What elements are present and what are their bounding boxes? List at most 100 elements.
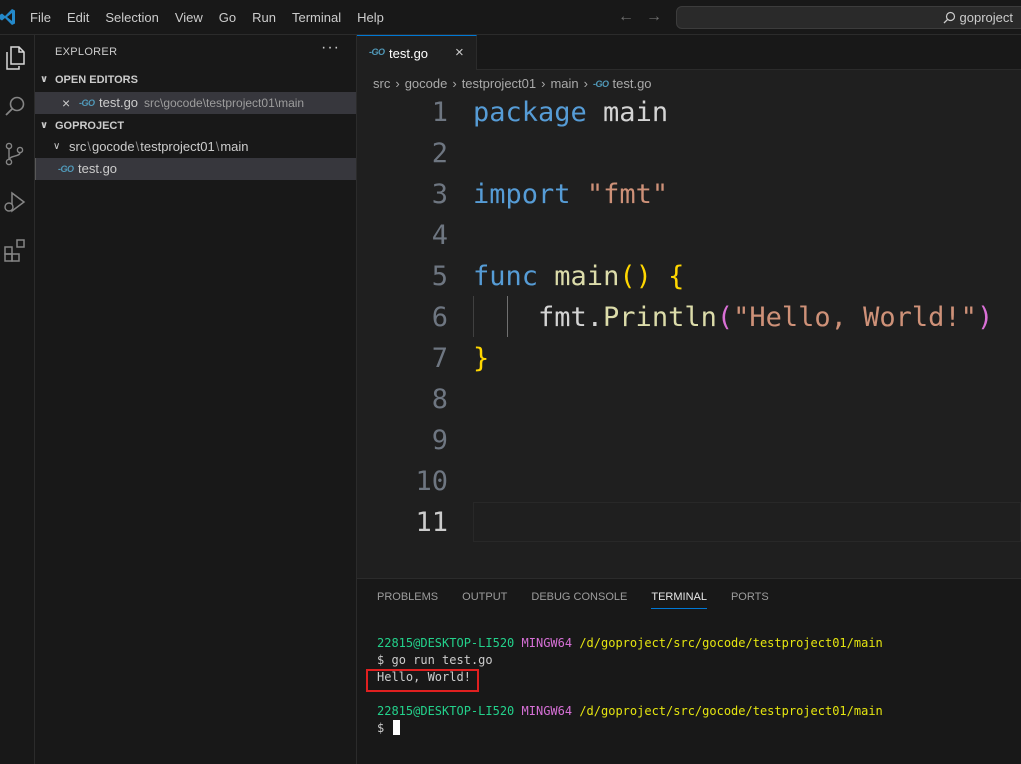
file-name: test.go bbox=[78, 161, 118, 176]
tab-test-go[interactable]: -GO test.go × bbox=[357, 35, 477, 70]
terminal-prompt-header-1: 22815@DESKTOP-LI520 MINGW64 /d/goproject… bbox=[377, 636, 883, 650]
code-text: func main() { bbox=[473, 256, 684, 297]
line-number: 11 bbox=[415, 507, 448, 538]
code-token: ) bbox=[976, 302, 994, 333]
panel-tab-debug-console[interactable]: DEBUG CONSOLE bbox=[531, 579, 627, 615]
explorer-sidebar: EXPLORER ··· ∨ OPEN EDITORS × -GO test.g… bbox=[35, 35, 357, 764]
panel-tab-ports[interactable]: PORTS bbox=[731, 579, 769, 615]
open-editors-header[interactable]: ∨ OPEN EDITORS bbox=[35, 69, 357, 91]
line-number: 1 bbox=[431, 97, 448, 128]
menu-view[interactable]: View bbox=[167, 0, 211, 35]
code-line[interactable]: 9 bbox=[357, 420, 1021, 461]
code-token: "fmt" bbox=[586, 179, 669, 210]
editor-tab-bar: -GO test.go × bbox=[357, 35, 1021, 70]
terminal-input-line[interactable]: $ bbox=[377, 720, 401, 737]
forward-arrow-icon[interactable]: → bbox=[646, 8, 662, 26]
panel-tab-terminal[interactable]: TERMINAL bbox=[651, 579, 707, 615]
line-number: 6 bbox=[431, 302, 448, 333]
source-control-icon[interactable] bbox=[0, 139, 30, 169]
code-token: import bbox=[473, 179, 571, 210]
open-editors-label: OPEN EDITORS bbox=[55, 74, 138, 86]
line-number: 9 bbox=[431, 425, 448, 456]
open-editor-filename: test.go bbox=[99, 95, 139, 110]
close-icon[interactable]: × bbox=[455, 44, 464, 61]
code-text: package main bbox=[473, 92, 668, 133]
line-number: 3 bbox=[431, 179, 448, 210]
close-icon[interactable]: × bbox=[62, 92, 70, 114]
code-line[interactable]: 7} bbox=[357, 338, 1021, 379]
project-header[interactable]: ∨ GOPROJECT bbox=[35, 115, 357, 137]
tab-label: test.go bbox=[389, 46, 429, 61]
code-text: fmt.Println("Hello, World!") bbox=[473, 297, 993, 338]
workspace-name: goproject bbox=[959, 10, 1013, 25]
code-token: fmt. bbox=[473, 302, 604, 333]
project-label: GOPROJECT bbox=[55, 120, 125, 132]
code-line[interactable]: 3 import "fmt" bbox=[357, 174, 1021, 215]
menu-go[interactable]: Go bbox=[211, 0, 244, 35]
menu-terminal[interactable]: Terminal bbox=[284, 0, 349, 35]
code-text: import "fmt" bbox=[473, 174, 668, 215]
highlight-box bbox=[366, 669, 479, 692]
code-line[interactable]: 5 func main() { bbox=[357, 256, 1021, 297]
code-line[interactable]: 6 fmt.Println("Hello, World!") bbox=[357, 297, 1021, 338]
code-line[interactable]: 8 bbox=[357, 379, 1021, 420]
line-number: 5 bbox=[431, 261, 448, 292]
code-token: Println bbox=[603, 302, 717, 333]
folder-row[interactable]: ∨ src\gocode\testproject01\main bbox=[35, 136, 356, 158]
code-line[interactable]: 10 bbox=[357, 461, 1021, 502]
terminal-prompt-header-2: 22815@DESKTOP-LI520 MINGW64 /d/goproject… bbox=[377, 704, 883, 718]
menu-help[interactable]: Help bbox=[349, 0, 392, 35]
terminal-command-line: $ go run test.go bbox=[377, 653, 493, 667]
code-token: func bbox=[473, 261, 539, 292]
chevron-down-icon: ∨ bbox=[53, 141, 61, 152]
current-line-highlight bbox=[473, 502, 1021, 542]
menu-file[interactable]: File bbox=[22, 0, 59, 35]
code-token: { bbox=[668, 261, 685, 292]
code-editor[interactable]: src › gocode › testproject01 › main › -GO test.go… bbox=[357, 70, 1021, 578]
code-token: main bbox=[586, 97, 669, 128]
vscode-logo-icon[interactable] bbox=[0, 8, 16, 26]
nav-arrows: ← → bbox=[618, 8, 662, 26]
indent-guide-active bbox=[507, 296, 508, 337]
menu-selection[interactable]: Selection bbox=[97, 0, 166, 35]
line-number: 2 bbox=[431, 138, 448, 169]
panel-tab-problems[interactable]: PROBLEMS bbox=[377, 579, 438, 615]
chevron-down-icon: ∨ bbox=[40, 120, 49, 131]
extensions-icon[interactable] bbox=[0, 235, 30, 265]
code-line[interactable]: 2 bbox=[357, 133, 1021, 174]
bottom-panel: PROBLEMS OUTPUT DEBUG CONSOLE TERMINAL PORTS… bbox=[357, 578, 1021, 764]
run-debug-icon[interactable] bbox=[0, 187, 30, 217]
code-token: } bbox=[473, 343, 490, 374]
open-editor-item[interactable]: × -GO test.go src\gocode\testproject01\m… bbox=[35, 92, 356, 114]
more-actions-icon[interactable]: ··· bbox=[321, 39, 340, 57]
command-center-search[interactable]: goproject bbox=[676, 6, 1021, 29]
menu-bar: File Edit Selection View Go Run Terminal Help bbox=[22, 0, 392, 35]
go-file-icon: -GO bbox=[369, 47, 385, 57]
code-token: ( bbox=[716, 302, 734, 333]
code-line[interactable]: 4 bbox=[357, 215, 1021, 256]
code-token: "Hello, World!" bbox=[733, 302, 977, 333]
activity-bar bbox=[0, 35, 35, 764]
terminal-cursor bbox=[393, 720, 401, 735]
explorer-icon[interactable] bbox=[0, 43, 30, 73]
go-file-icon: -GO bbox=[79, 98, 95, 108]
line-number: 8 bbox=[431, 384, 448, 415]
open-editor-path: src\gocode\testproject01\main bbox=[144, 96, 305, 110]
panel-tab-output[interactable]: OUTPUT bbox=[462, 579, 507, 615]
search-icon[interactable] bbox=[0, 91, 30, 121]
file-row-test-go[interactable]: -GO test.go bbox=[35, 158, 356, 180]
code-line[interactable]: 1 package main bbox=[357, 92, 1021, 133]
chevron-down-icon: ∨ bbox=[40, 74, 49, 85]
panel-tabs: PROBLEMS OUTPUT DEBUG CONSOLE TERMINAL PORTS bbox=[377, 579, 793, 615]
menu-run[interactable]: Run bbox=[244, 0, 284, 35]
indent-guide bbox=[473, 296, 474, 337]
code-token: package bbox=[473, 97, 587, 128]
folder-path: src\gocode\testproject01\main bbox=[69, 139, 249, 154]
back-arrow-icon[interactable]: ← bbox=[618, 8, 634, 26]
go-file-icon: -GO bbox=[58, 164, 74, 174]
menu-edit[interactable]: Edit bbox=[59, 0, 97, 35]
explorer-title: EXPLORER bbox=[55, 46, 118, 58]
